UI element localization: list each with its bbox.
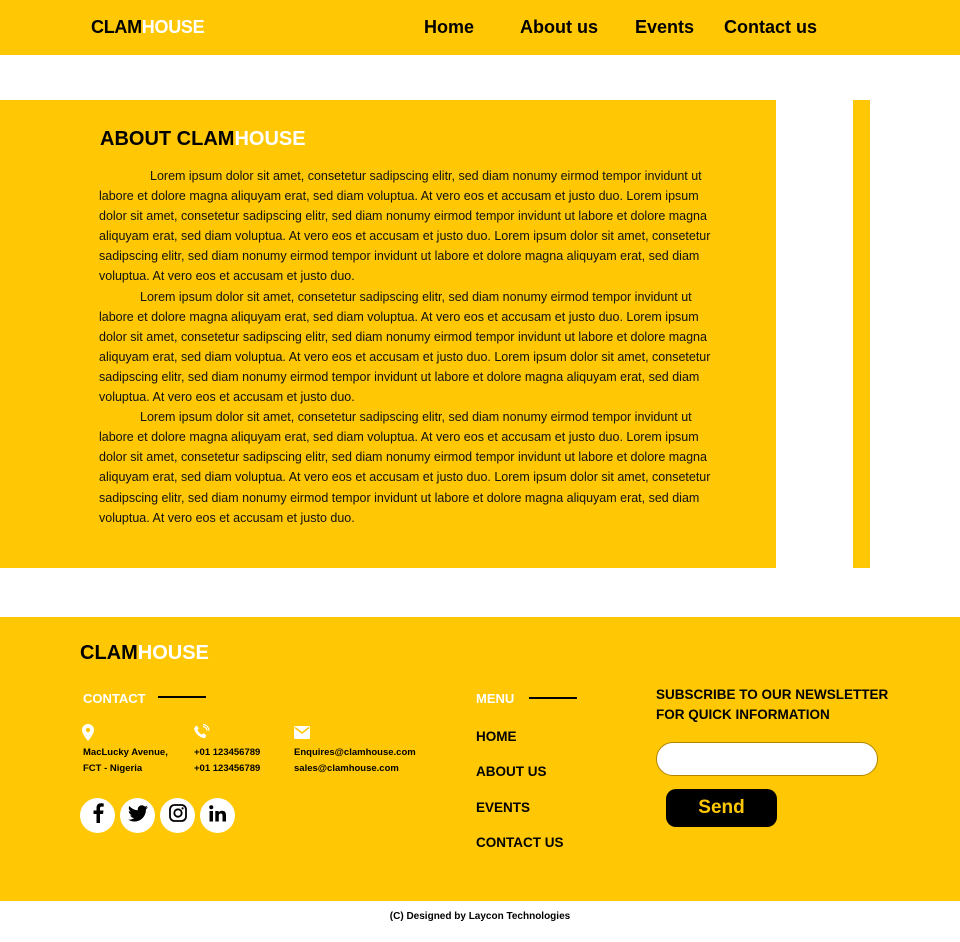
contact-heading-line — [158, 696, 206, 698]
phone-icon — [193, 723, 210, 746]
site-header: CLAMHOUSE Home About us Events Contact u… — [0, 0, 960, 55]
instagram-button[interactable] — [160, 798, 195, 833]
header-logo[interactable]: CLAMHOUSE — [91, 17, 205, 38]
nav-events-link[interactable]: Events — [635, 17, 694, 38]
facebook-button[interactable] — [80, 798, 115, 833]
footer-menu-about[interactable]: ABOUT US — [476, 764, 547, 779]
about-title-part2: HOUSE — [234, 128, 306, 150]
instagram-icon — [168, 804, 187, 827]
about-paragraph-1: Lorem ipsum dolor sit amet, consetetur s… — [99, 169, 711, 284]
mail-icon — [294, 726, 310, 744]
facebook-icon — [91, 803, 105, 828]
email-line-1[interactable]: Enquires@clamhouse.com — [294, 745, 416, 761]
newsletter-email-input[interactable] — [656, 742, 878, 776]
twitter-icon — [127, 804, 148, 827]
twitter-button[interactable] — [120, 798, 155, 833]
email-line-2[interactable]: sales@clamhouse.com — [294, 761, 416, 777]
contact-address: MacLucky Avenue, FCT - Nigeria — [83, 745, 168, 777]
menu-heading-line — [529, 697, 577, 699]
logo-part-clam: CLAM — [91, 17, 142, 37]
phone-line-2[interactable]: +01 123456789 — [194, 761, 260, 777]
footer-logo-part-house: HOUSE — [137, 642, 209, 664]
footer-menu-events[interactable]: EVENTS — [476, 800, 530, 815]
logo-part-house: HOUSE — [141, 17, 205, 37]
about-paragraph-3: Lorem ipsum dolor sit amet, consetetur s… — [99, 410, 711, 525]
phone-line-1[interactable]: +01 123456789 — [194, 745, 260, 761]
about-paragraph-2: Lorem ipsum dolor sit amet, consetetur s… — [99, 289, 711, 405]
footer-menu-contact[interactable]: CONTACT US — [476, 835, 564, 850]
newsletter-heading: SUBSCRIBE TO OUR NEWSLETTER FOR QUICK IN… — [656, 687, 889, 722]
about-title-part1: ABOUT CLAM — [100, 128, 235, 150]
footer-logo-part-clam: CLAM — [80, 642, 138, 664]
nav-contact-link[interactable]: Contact us — [724, 17, 817, 38]
address-line-2: FCT - Nigeria — [83, 763, 143, 774]
nav-about-link[interactable]: About us — [520, 17, 598, 38]
footer-logo[interactable]: CLAMHOUSE — [80, 642, 209, 665]
contact-emails: Enquires@clamhouse.com sales@clamhouse.c… — [294, 745, 416, 777]
location-pin-icon — [82, 724, 94, 746]
linkedin-icon — [209, 804, 226, 827]
linkedin-button[interactable] — [200, 798, 235, 833]
about-body: Lorem ipsum dolor sit amet, consetetur s… — [99, 166, 719, 528]
contact-heading: CONTACT — [83, 691, 146, 706]
decorative-side-bar — [853, 100, 870, 568]
footer-menu-home[interactable]: HOME — [476, 729, 517, 744]
nav-home-link[interactable]: Home — [424, 17, 474, 38]
menu-heading: MENU — [476, 691, 515, 706]
about-title: ABOUT CLAMHOUSE — [100, 128, 306, 151]
send-button[interactable]: Send — [666, 789, 777, 827]
contact-phones: +01 123456789 +01 123456789 — [194, 745, 260, 777]
copyright-credit: (C) Designed by Laycon Technologies — [389, 911, 571, 922]
address-line-1: MacLucky Avenue, — [83, 747, 168, 758]
